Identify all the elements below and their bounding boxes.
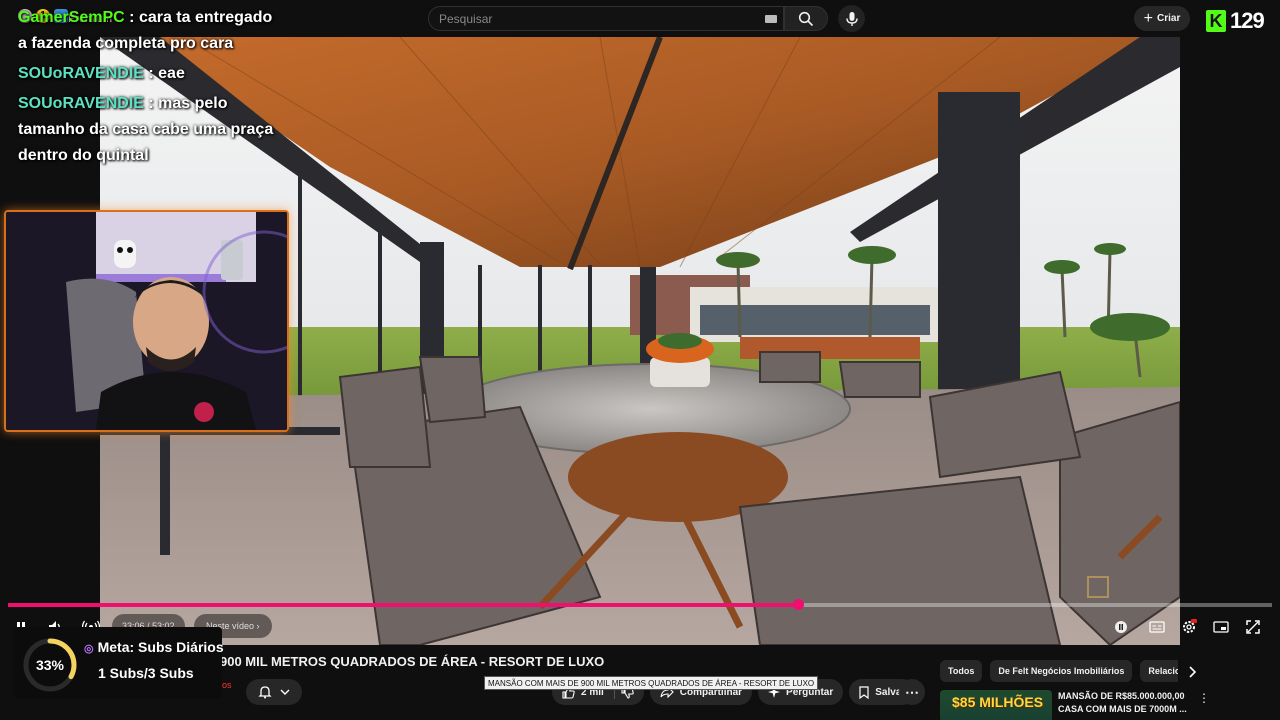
bookmark-icon [859, 685, 869, 699]
chips-next-button[interactable] [1184, 664, 1200, 680]
settings-button[interactable] [1178, 616, 1200, 638]
more-actions-button[interactable]: ⋯ [899, 679, 925, 705]
recommended-video-menu-button[interactable]: ⋮ [1198, 690, 1210, 706]
chip-all[interactable]: Todos [940, 660, 983, 682]
gear-icon [1183, 619, 1197, 633]
chat-overlay: GamerSemPC : cara ta entregado a fazenda… [18, 5, 278, 173]
viewer-count: 129 [1230, 8, 1265, 33]
title-tooltip: MANSÃO COM MAIS DE 900 MIL METROS QUADRA… [484, 676, 819, 690]
chat-message: GamerSemPC : cara ta entregado a fazenda… [18, 5, 278, 57]
plus-icon: + [1143, 9, 1153, 27]
goal-percent: 33% [35, 657, 65, 673]
chat-separator: : [143, 65, 159, 82]
goal-title-text: Meta: Subs Diários [97, 639, 224, 655]
bell-icon [258, 686, 272, 699]
search-icon [798, 11, 814, 26]
goal-title: ◎ Meta: Subs Diários [84, 639, 224, 655]
miniplayer-icon [1213, 621, 1229, 633]
create-button[interactable]: + Criar [1134, 6, 1190, 31]
kick-logo-icon: K [1206, 10, 1226, 32]
keyboard-icon[interactable] [765, 15, 777, 23]
voice-search-button[interactable] [838, 5, 865, 32]
chip-channel[interactable]: De Felt Negócios Imobiliários [990, 660, 1133, 682]
goal-count: 1 Subs/3 Subs [98, 665, 194, 681]
seek-bar[interactable] [8, 599, 1272, 610]
more-horizontal-icon: ⋯ [905, 683, 919, 700]
microphone-icon [845, 11, 858, 26]
chat-username: SOUoRAVENDIE [18, 65, 144, 82]
more-vertical-icon: ⋮ [1198, 691, 1210, 705]
create-label: Criar [1156, 13, 1181, 24]
chat-username: GamerSemPC [18, 9, 125, 26]
chat-separator: : [124, 9, 139, 26]
video-title: 900 MIL METROS QUADRADOS DE ÁREA - RESOR… [220, 654, 605, 669]
webcam-overlay [4, 210, 289, 432]
thumbnail-text: $85 MILHÕES [952, 694, 1044, 710]
goal-dot-icon: ◎ [84, 643, 94, 655]
autoplay-toggle[interactable] [1110, 616, 1132, 638]
chat-text: eae [158, 65, 185, 82]
channel-name-fragment[interactable]: os [222, 680, 232, 690]
recommended-video-title[interactable]: MANSÃO DE R$85.000.000,00 CASA COM MAIS … [1058, 690, 1193, 716]
chevron-down-icon [280, 689, 290, 695]
streamer-webcam-image [6, 212, 287, 430]
chevron-right-icon: › [256, 621, 260, 631]
viewer-count-overlay: K 129 [1206, 8, 1265, 34]
chevron-right-icon [1189, 666, 1196, 678]
chat-separator: : [143, 95, 159, 112]
subscriber-goal-widget: 33% ◎ Meta: Subs Diários 1 Subs/3 Subs [14, 627, 224, 699]
youtube-watch-page: 1 Premium + Criar K 129 [0, 0, 1280, 720]
related-chips: Todos De Felt Negócios Imobiliários Rela… [940, 660, 1178, 682]
autoplay-icon [1115, 621, 1127, 633]
subtitles-icon [1149, 621, 1165, 633]
notification-bell-button[interactable] [246, 679, 302, 705]
fullscreen-button[interactable] [1242, 616, 1264, 638]
miniplayer-button[interactable] [1210, 616, 1232, 638]
search-button[interactable] [784, 6, 828, 31]
chat-message: SOUoRAVENDIE : mas pelo tamanho da casa … [18, 91, 278, 169]
search-input[interactable] [429, 7, 783, 30]
seek-bar-played [8, 603, 798, 607]
fullscreen-icon [1246, 620, 1260, 634]
subtitles-button[interactable] [1146, 616, 1168, 638]
seek-bar-handle[interactable] [793, 599, 804, 610]
chip-related[interactable]: Relacionados [1140, 660, 1178, 682]
chat-username: SOUoRAVENDIE [18, 95, 144, 112]
recommended-video-thumbnail[interactable]: $85 MILHÕES [940, 690, 1052, 720]
chat-message: SOUoRAVENDIE : eae [18, 61, 278, 87]
search-box[interactable] [428, 6, 784, 31]
